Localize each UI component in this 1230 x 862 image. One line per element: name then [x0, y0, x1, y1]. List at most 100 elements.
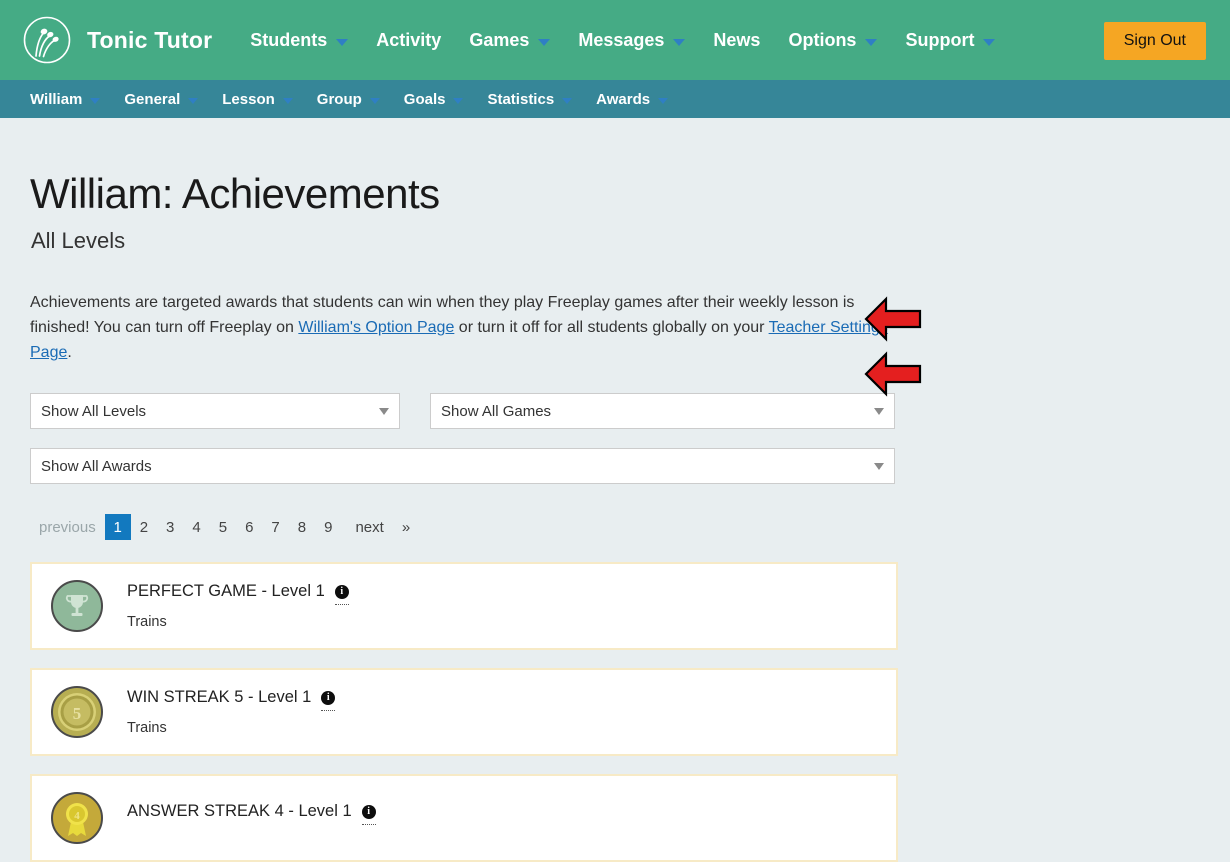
pagination-page-7[interactable]: 7 [262, 514, 288, 540]
subnav-item-goals[interactable]: Goals [392, 91, 476, 108]
nav-item-games[interactable]: Games [455, 30, 564, 51]
nav-item-students[interactable]: Students [236, 30, 362, 51]
page-subtitle: All Levels [31, 228, 1200, 254]
achievement-text: WIN STREAK 5 - Level 1 i Trains [127, 688, 335, 736]
top-navigation-bar: Tonic Tutor Students Activity Games Mess… [0, 0, 1230, 80]
subnav-item-awards[interactable]: Awards [584, 91, 680, 108]
info-icon[interactable]: i [362, 805, 376, 819]
chevron-down-icon [453, 98, 463, 104]
achievement-title: PERFECT GAME - Level 1 [127, 582, 325, 601]
williams-option-page-link[interactable]: William's Option Page [298, 319, 454, 336]
achievement-card[interactable]: PERFECT GAME - Level 1 i Trains [30, 562, 898, 650]
chevron-down-icon [379, 408, 389, 415]
chevron-down-icon [90, 98, 100, 104]
chevron-down-icon [562, 98, 572, 104]
chevron-down-icon [983, 39, 995, 46]
award-filter-value: Show All Awards [41, 458, 866, 475]
subnav-item-william[interactable]: William [22, 91, 112, 108]
nav-item-messages[interactable]: Messages [564, 30, 699, 51]
trophy-badge-icon [51, 580, 103, 632]
pagination-next[interactable]: next [341, 514, 392, 540]
pagination-page-6[interactable]: 6 [236, 514, 262, 540]
subnav-label: Awards [596, 91, 650, 108]
game-filter-value: Show All Games [441, 403, 866, 420]
achievement-title: ANSWER STREAK 4 - Level 1 [127, 802, 352, 821]
page-title: William: Achievements [30, 118, 1200, 218]
nav-label: Options [788, 30, 856, 51]
nav-item-activity[interactable]: Activity [362, 30, 455, 51]
nav-item-support[interactable]: Support [891, 30, 1009, 51]
svg-text:4: 4 [74, 810, 80, 822]
achievement-card[interactable]: 5 WIN STREAK 5 - Level 1 i Trains [30, 668, 898, 756]
main-nav: Students Activity Games Messages News Op… [236, 30, 1009, 51]
achievement-title-row: PERFECT GAME - Level 1 i [127, 582, 349, 601]
intro-text-part2: or turn it off for all students globally… [454, 319, 768, 336]
filter-row-top: Show All Levels Show All Games [30, 393, 1200, 429]
award-filter-select[interactable]: Show All Awards [30, 448, 895, 484]
sign-out-button[interactable]: Sign Out [1104, 22, 1206, 60]
achievement-game: Trains [127, 720, 335, 736]
achievement-game: Trains [127, 614, 349, 630]
achievement-title-row: ANSWER STREAK 4 - Level 1 i [127, 802, 376, 821]
pagination-page-9[interactable]: 9 [315, 514, 341, 540]
chevron-down-icon [673, 39, 685, 46]
subnav-item-statistics[interactable]: Statistics [475, 91, 584, 108]
nav-label: News [713, 30, 760, 51]
subnav-label: Lesson [222, 91, 275, 108]
pagination: previous 1 2 3 4 5 6 7 8 9 next » [30, 514, 1200, 540]
subnav-label: Statistics [487, 91, 554, 108]
achievement-text: PERFECT GAME - Level 1 i Trains [127, 582, 349, 630]
intro-paragraph: Achievements are targeted awards that st… [30, 290, 910, 365]
chevron-down-icon [283, 98, 293, 104]
page-content: William: Achievements All Levels Achieve… [0, 118, 1230, 862]
intro-text-part3: . [67, 344, 71, 361]
chevron-down-icon [874, 408, 884, 415]
pagination-next-chevron-icon[interactable]: » [393, 514, 419, 540]
nav-label: Support [905, 30, 974, 51]
svg-text:5: 5 [73, 704, 82, 723]
nav-label: Games [469, 30, 529, 51]
pagination-page-5[interactable]: 5 [210, 514, 236, 540]
sub-navigation-bar: William General Lesson Group Goals Stati… [0, 80, 1230, 118]
chevron-down-icon [188, 98, 198, 104]
subnav-label: Goals [404, 91, 446, 108]
tonic-tutor-circle-logo-icon[interactable] [22, 15, 72, 65]
seal-badge-5-icon: 5 [51, 686, 103, 738]
achievement-title: WIN STREAK 5 - Level 1 [127, 688, 311, 707]
filter-row-bottom: Show All Awards [30, 429, 1200, 484]
subnav-item-general[interactable]: General [112, 91, 210, 108]
achievement-card[interactable]: 4 ANSWER STREAK 4 - Level 1 i [30, 774, 898, 862]
chevron-down-icon [336, 39, 348, 46]
pagination-page-1[interactable]: 1 [105, 514, 131, 540]
nav-item-news[interactable]: News [699, 30, 774, 51]
achievement-title-row: WIN STREAK 5 - Level 1 i [127, 688, 335, 707]
achievement-text: ANSWER STREAK 4 - Level 1 i [127, 802, 376, 834]
info-icon[interactable]: i [321, 691, 335, 705]
nav-label: Students [250, 30, 327, 51]
nav-label: Activity [376, 30, 441, 51]
level-filter-value: Show All Levels [41, 403, 371, 420]
nav-item-options[interactable]: Options [774, 30, 891, 51]
info-icon[interactable]: i [335, 585, 349, 599]
achievement-list: PERFECT GAME - Level 1 i Trains 5 [30, 562, 1200, 862]
chevron-down-icon [865, 39, 877, 46]
filter-section: Show All Levels Show All Games Show All … [30, 393, 1200, 484]
pagination-page-3[interactable]: 3 [157, 514, 183, 540]
pagination-page-4[interactable]: 4 [183, 514, 209, 540]
chevron-down-icon [658, 98, 668, 104]
chevron-down-icon [874, 463, 884, 470]
subnav-label: William [30, 91, 82, 108]
chevron-down-icon [538, 39, 550, 46]
pagination-page-2[interactable]: 2 [131, 514, 157, 540]
subnav-item-group[interactable]: Group [305, 91, 392, 108]
subnav-item-lesson[interactable]: Lesson [210, 91, 305, 108]
pagination-page-8[interactable]: 8 [289, 514, 315, 540]
pagination-previous: previous [30, 514, 105, 540]
brand-title[interactable]: Tonic Tutor [87, 27, 212, 54]
chevron-down-icon [370, 98, 380, 104]
nav-label: Messages [578, 30, 664, 51]
game-filter-select[interactable]: Show All Games [430, 393, 895, 429]
subnav-label: Group [317, 91, 362, 108]
level-filter-select[interactable]: Show All Levels [30, 393, 400, 429]
subnav-label: General [124, 91, 180, 108]
